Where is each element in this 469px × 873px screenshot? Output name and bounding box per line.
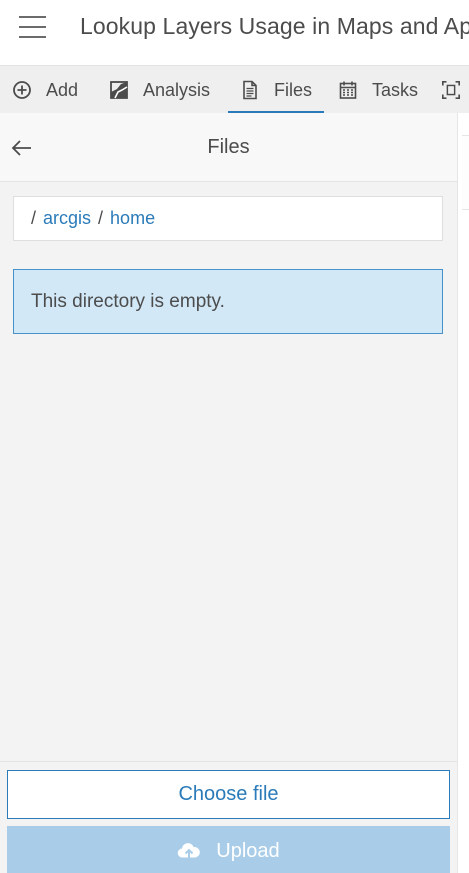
panel-header: Files [0, 113, 457, 182]
map-side-tab [462, 135, 469, 210]
breadcrumb-link-home[interactable]: home [110, 208, 155, 229]
toolbar-analysis-button[interactable]: Analysis [109, 66, 210, 114]
toolbar-expand-button[interactable] [441, 66, 469, 114]
toolbar-tasks-label: Tasks [372, 79, 419, 100]
choose-file-button[interactable]: Choose file [7, 770, 450, 819]
cloud-upload-icon [177, 839, 201, 863]
breadcrumb-separator: / [98, 208, 104, 228]
breadcrumb-link-arcgis[interactable]: arcgis [43, 208, 91, 229]
plus-circle-icon [12, 80, 32, 100]
calendar-icon [338, 80, 358, 100]
file-icon [240, 80, 260, 100]
app-header: Lookup Layers Usage in Maps and Apps [0, 0, 469, 65]
breadcrumb-separator: / [31, 208, 37, 228]
toolbar-files-tab[interactable]: Files [227, 66, 325, 114]
analysis-icon [109, 80, 129, 100]
app-title: Lookup Layers Usage in Maps and Apps [80, 13, 469, 39]
panel-title: Files [207, 136, 250, 158]
toolbar-add-button[interactable]: Add [12, 66, 78, 114]
empty-directory-notice: This directory is empty. [13, 269, 443, 334]
files-panel: Files / arcgis / home This directory is … [0, 113, 457, 873]
toolbar-files-label: Files [274, 79, 313, 100]
toolbar-add-label: Add [46, 79, 79, 100]
expand-icon [441, 80, 461, 100]
toolbar-analysis-label: Analysis [143, 79, 211, 100]
toolbar-tasks-button[interactable]: Tasks [338, 66, 418, 114]
footer-divider [0, 761, 457, 762]
map-area-edge [457, 113, 469, 873]
main-toolbar: Add Analysis Files Tasks [0, 65, 469, 114]
upload-button-label: Upload [216, 839, 280, 862]
hamburger-menu-icon[interactable] [14, 10, 50, 44]
upload-button[interactable]: Upload [7, 826, 450, 873]
breadcrumb: / arcgis / home [13, 196, 443, 241]
app-root: Lookup Layers Usage in Maps and Apps Add… [0, 0, 469, 873]
